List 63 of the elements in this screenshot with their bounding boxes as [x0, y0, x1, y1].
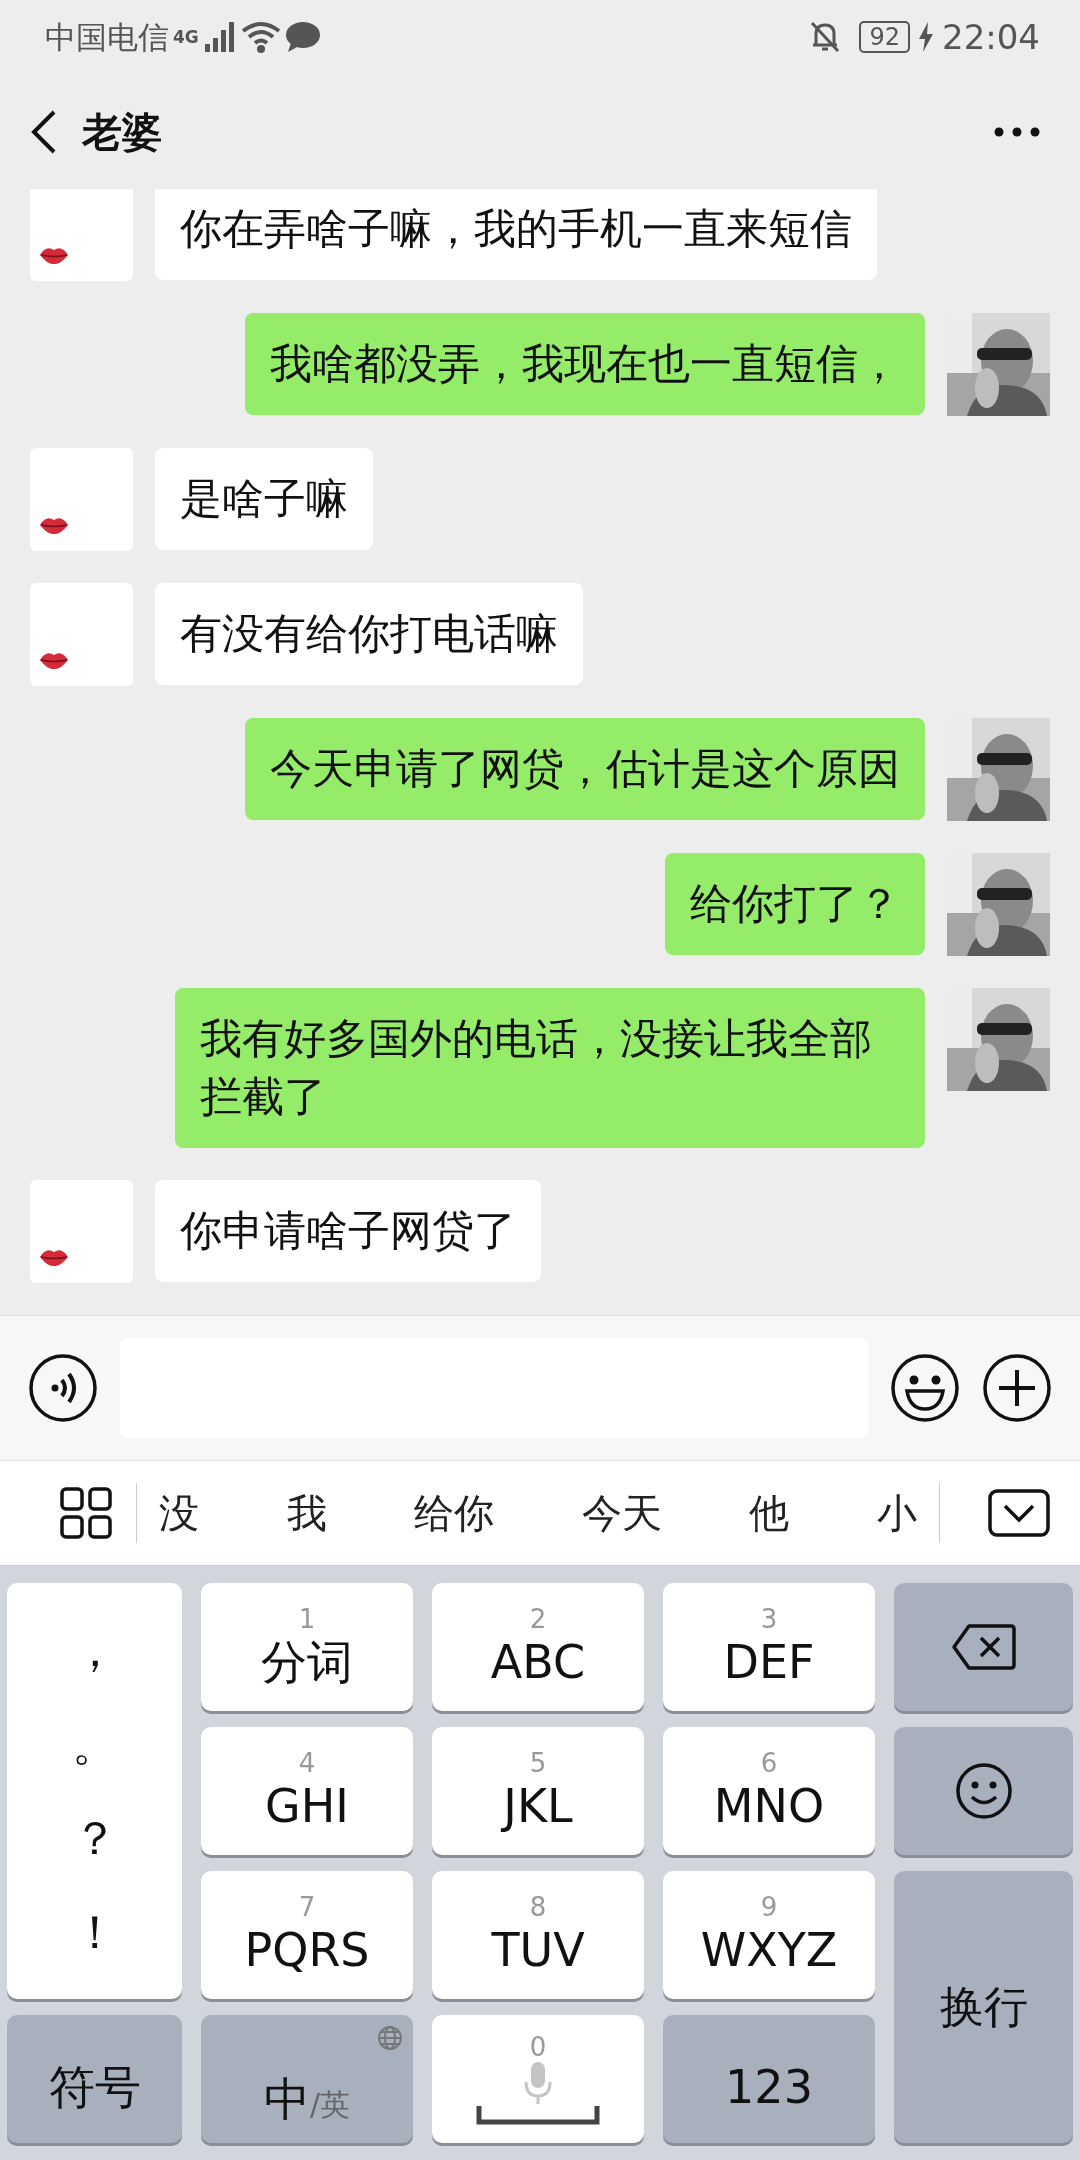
emoji-button[interactable]: [890, 1353, 960, 1424]
punctuation-mark[interactable]: 。: [71, 1719, 118, 1769]
letter-key[interactable]: 8 TUV: [432, 1871, 644, 1999]
signal-icon: [202, 22, 237, 53]
punctuation-mark[interactable]: ？: [71, 1813, 118, 1863]
candidate-word[interactable]: 小: [862, 1482, 931, 1543]
function-key[interactable]: 123: [663, 2015, 875, 2143]
letter-key[interactable]: 5 JKL: [432, 1727, 644, 1855]
message-bubble: 给你打了？: [665, 853, 925, 956]
delete-key[interactable]: [894, 1583, 1073, 1711]
candidate-word[interactable]: 没: [145, 1482, 213, 1543]
space-bar-icon: [476, 2104, 600, 2126]
letter-key[interactable]: 3 DEF: [663, 1583, 875, 1711]
message-bubble: 有没有给你打电话嘛: [155, 583, 583, 686]
more-icon: [994, 126, 1040, 137]
backspace-icon: [950, 1623, 1017, 1671]
letter-key[interactable]: 1 分词: [201, 1583, 413, 1711]
microphone-icon: [523, 2062, 553, 2104]
punctuation-mark[interactable]: ！: [71, 1907, 118, 1957]
menu-button[interactable]: [60, 1486, 112, 1539]
smiley-icon: [954, 1762, 1013, 1820]
letter-key[interactable]: 6 MNO: [663, 1727, 875, 1855]
plus-icon: [982, 1353, 1052, 1424]
globe-icon: [377, 2025, 403, 2051]
enter-key[interactable]: 换行: [894, 1871, 1073, 2143]
chat-title: 老婆: [82, 107, 162, 157]
back-icon: [30, 108, 58, 155]
punctuation-mark[interactable]: ，: [71, 1625, 118, 1675]
plus-button[interactable]: [982, 1353, 1052, 1424]
candidate-word[interactable]: 今天: [567, 1482, 676, 1543]
more-button[interactable]: [994, 126, 1040, 137]
chevron-down-icon: [988, 1488, 1050, 1537]
punctuation-key[interactable]: ， 。 ？ ！: [7, 1583, 182, 1999]
message-bubble: 是啥子嘛: [155, 448, 373, 551]
charging-icon: [918, 22, 934, 53]
message-bubble: 我有好多国外的电话，没接让我全部拦截了: [175, 988, 925, 1149]
wifi-icon: [240, 21, 281, 54]
language-key[interactable]: 中/英: [201, 2015, 413, 2143]
emoji-key[interactable]: [894, 1727, 1073, 1855]
status-time: 22:04: [942, 15, 1040, 59]
candidate-word[interactable]: 给你: [400, 1482, 509, 1543]
letter-key[interactable]: 4 GHI: [201, 1727, 413, 1855]
letter-key[interactable]: 9 WXYZ: [663, 1871, 875, 1999]
message-bubble: 你在弄啥子嘛，我的手机一直来短信: [155, 188, 877, 281]
function-key[interactable]: 符号: [7, 2015, 182, 2143]
message-bubble: 你申请啥子网贷了: [155, 1180, 541, 1283]
back-button[interactable]: [30, 108, 58, 155]
candidate-word[interactable]: 我: [272, 1482, 341, 1543]
network-type: 4G: [173, 25, 199, 49]
hide-keyboard-button[interactable]: [988, 1488, 1050, 1537]
carrier-name: 中国电信: [45, 18, 169, 58]
bell-off-icon: [809, 20, 842, 55]
letter-key[interactable]: 2 ABC: [432, 1583, 644, 1711]
candidate-word[interactable]: 他: [735, 1482, 804, 1543]
message-icon: [284, 21, 321, 54]
voice-icon: [28, 1353, 98, 1424]
message-bubble: 今天申请了网贷，估计是这个原因: [245, 718, 925, 821]
emoji-icon: [890, 1353, 960, 1424]
battery-indicator: 92: [859, 21, 910, 54]
grid-icon: [60, 1486, 112, 1539]
letter-key[interactable]: 7 PQRS: [201, 1871, 413, 1999]
voice-button[interactable]: [28, 1353, 98, 1424]
message-bubble: 我啥都没弄，我现在也一直短信，: [245, 313, 925, 416]
